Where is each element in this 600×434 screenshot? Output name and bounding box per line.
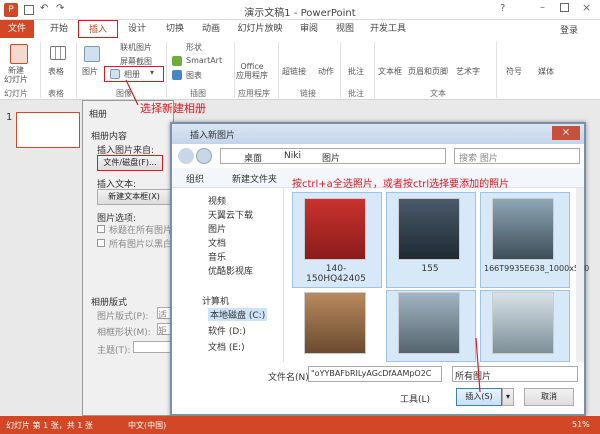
language[interactable]: 中文(中国) bbox=[128, 420, 166, 431]
annotation-arrows bbox=[125, 79, 481, 393]
arrow-to-album bbox=[125, 79, 139, 106]
arrow-to-insert bbox=[475, 337, 481, 393]
zoom-level[interactable]: 51% bbox=[572, 420, 590, 429]
status-bar: 幻灯片 第 1 张，共 1 张 中文(中国) 51% bbox=[0, 416, 600, 434]
slide-info: 幻灯片 第 1 张，共 1 张 bbox=[6, 421, 93, 430]
